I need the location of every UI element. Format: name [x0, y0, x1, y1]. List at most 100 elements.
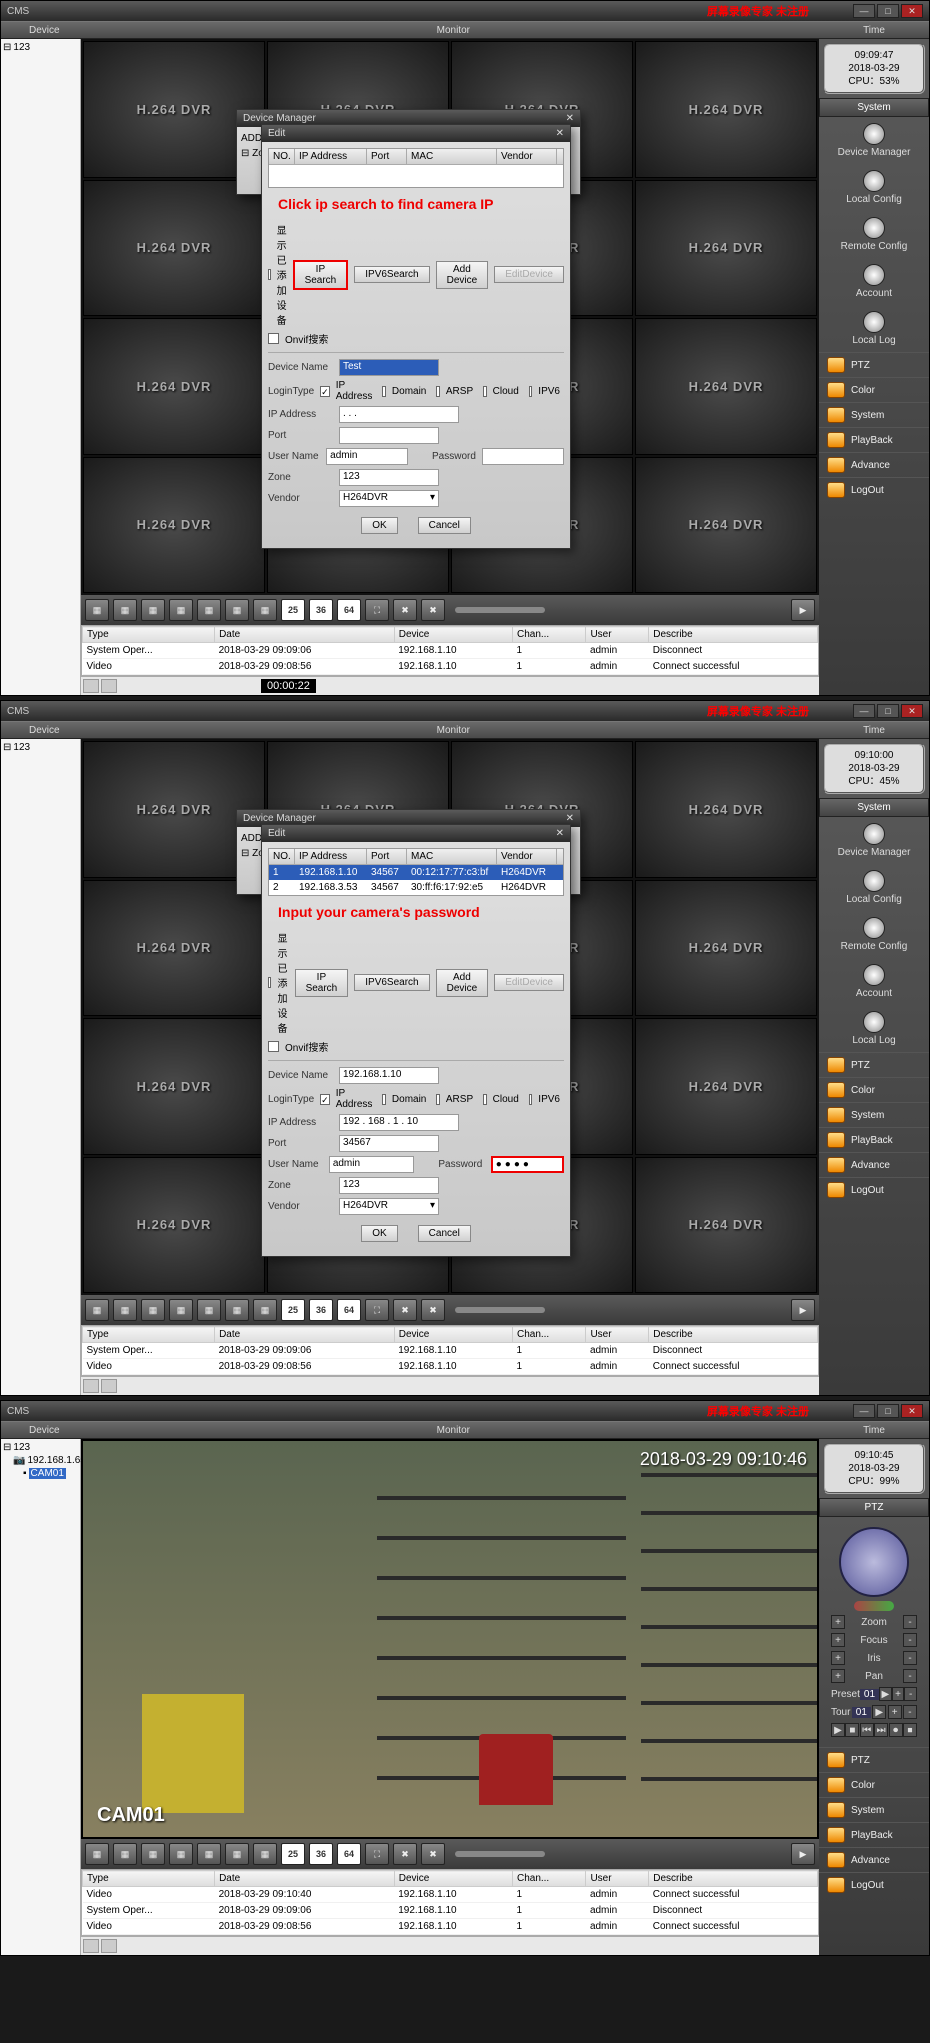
col-mac[interactable]: MAC [407, 849, 497, 864]
log-col[interactable]: User [586, 1871, 649, 1887]
grid-36-button[interactable]: 36 [309, 1299, 333, 1321]
statusbtn[interactable] [101, 1939, 117, 1953]
expand-button[interactable]: ▶ [791, 1843, 815, 1865]
volume-slider[interactable] [455, 1307, 545, 1313]
sidebtn-logout[interactable]: LogOut [819, 1177, 929, 1202]
log-col[interactable]: Device [394, 1871, 512, 1887]
minimize-button[interactable]: — [853, 1404, 875, 1418]
side-localcfg[interactable]: Local Config [819, 164, 929, 211]
ipv6search-button[interactable]: IPV6Search [354, 974, 429, 991]
ok-button[interactable]: OK [361, 1225, 397, 1242]
ptz-val[interactable]: 01 [860, 1689, 879, 1700]
log-col[interactable]: Type [83, 1871, 215, 1887]
media-btn[interactable]: ■ [845, 1723, 859, 1737]
log-col[interactable]: Chan... [512, 1327, 585, 1343]
side-account[interactable]: Account [819, 958, 929, 1005]
col-port[interactable]: Port [367, 849, 407, 864]
tree-item[interactable]: ⊟123 [3, 741, 78, 754]
ptz-del[interactable]: - [903, 1705, 917, 1719]
camera-tile[interactable]: H.264 DVR [635, 741, 817, 878]
show-added-checkbox[interactable] [268, 977, 271, 988]
ptz-plus[interactable]: + [831, 1633, 845, 1647]
log-col[interactable]: Type [83, 1327, 215, 1343]
grid-25-button[interactable]: 25 [281, 599, 305, 621]
col-ip[interactable]: IP Address [295, 849, 367, 864]
camera-tile[interactable]: H.264 DVR [635, 180, 817, 317]
radio-ip[interactable] [320, 1094, 330, 1105]
edit-titlebar[interactable]: Edit✕ [262, 125, 570, 142]
side-remotecfg[interactable]: Remote Config [819, 211, 929, 258]
tree-item[interactable]: ⊟123 [3, 41, 78, 54]
tool-button[interactable]: ✖ [393, 1843, 417, 1865]
camera-tile[interactable]: H.264 DVR [83, 180, 265, 317]
grid-layout-button[interactable]: ▦ [253, 599, 277, 621]
grid-layout-button[interactable]: ▦ [85, 1843, 109, 1865]
log-col[interactable]: Chan... [512, 627, 585, 643]
form-input[interactable]: admin [326, 448, 408, 465]
grid-layout-button[interactable]: ▦ [169, 1299, 193, 1321]
log-row[interactable]: Video2018-03-29 09:08:56192.168.1.101adm… [83, 1919, 818, 1935]
editdevice-button[interactable]: EditDevice [494, 974, 564, 991]
grid-layout-button[interactable]: ▦ [197, 1843, 221, 1865]
grid-64-button[interactable]: 64 [337, 599, 361, 621]
col-no[interactable]: NO. [269, 149, 295, 164]
col-port[interactable]: Port [367, 149, 407, 164]
expand-button[interactable]: ▶ [791, 1299, 815, 1321]
log-row[interactable]: System Oper...2018-03-29 09:09:06192.168… [83, 1903, 818, 1919]
log-col[interactable]: Date [215, 1871, 395, 1887]
col-vendor[interactable]: Vendor [497, 849, 557, 864]
fullscreen-button[interactable]: ⛶ [365, 599, 389, 621]
sidebtn-system[interactable]: System [819, 1797, 929, 1822]
form-input[interactable]: 192 . 168 . 1 . 10 [339, 1114, 459, 1131]
close-icon[interactable]: ✕ [556, 128, 564, 139]
radio-ipv6[interactable] [529, 386, 533, 397]
grid-64-button[interactable]: 64 [337, 1843, 361, 1865]
radio-arsp[interactable] [436, 1094, 440, 1105]
grid-layout-button[interactable]: ▦ [113, 599, 137, 621]
sidebtn-advance[interactable]: Advance [819, 1847, 929, 1872]
radio-cloud[interactable] [483, 1094, 487, 1105]
grid-layout-button[interactable]: ▦ [141, 1299, 165, 1321]
tool-button[interactable]: ✖ [421, 1843, 445, 1865]
ipsearch-button[interactable]: IP Search [293, 260, 349, 290]
log-col[interactable]: User [586, 1327, 649, 1343]
maximize-button[interactable]: □ [877, 4, 899, 18]
tool-button[interactable]: ✖ [421, 1299, 445, 1321]
expand-button[interactable]: ▶ [791, 599, 815, 621]
radio-cloud[interactable] [483, 386, 487, 397]
form-input[interactable]: 123 [339, 469, 439, 486]
maximize-button[interactable]: □ [877, 1404, 899, 1418]
camera-tile[interactable]: H.264 DVR [83, 457, 265, 594]
ptz-plus[interactable]: + [831, 1669, 845, 1683]
adddevice-button[interactable]: Add Device [436, 261, 489, 289]
ptz-add[interactable]: + [892, 1687, 905, 1701]
form-input[interactable]: admin [329, 1156, 415, 1173]
camera-tile[interactable]: H.264 DVR [83, 880, 265, 1017]
close-button[interactable]: ✕ [901, 1404, 923, 1418]
media-btn[interactable]: ⏹ [903, 1723, 917, 1737]
log-col[interactable]: Date [215, 1327, 395, 1343]
log-col[interactable]: Describe [649, 627, 818, 643]
ptz-minus[interactable]: - [903, 1633, 917, 1647]
form-input[interactable]: Test [339, 359, 439, 376]
side-locallog[interactable]: Local Log [819, 305, 929, 352]
side-devmgr[interactable]: Device Manager [819, 117, 929, 164]
media-btn[interactable]: ⏭ [874, 1723, 888, 1737]
grid-layout-button[interactable]: ▦ [253, 1299, 277, 1321]
grid-36-button[interactable]: 36 [309, 1843, 333, 1865]
camera-tile[interactable]: H.264 DVR [635, 880, 817, 1017]
side-localcfg[interactable]: Local Config [819, 864, 929, 911]
grid-25-button[interactable]: 25 [281, 1299, 305, 1321]
dropdown-icon[interactable]: ▾ [430, 492, 435, 503]
col-mac[interactable]: MAC [407, 149, 497, 164]
sidebtn-playback[interactable]: PlayBack [819, 1822, 929, 1847]
ptz-add[interactable]: + [888, 1705, 902, 1719]
camera-tile[interactable]: H.264 DVR [635, 41, 817, 178]
edit-titlebar[interactable]: Edit✕ [262, 825, 570, 842]
password-input[interactable]: ●●●● [491, 1156, 564, 1173]
ptz-speed-slider[interactable] [854, 1601, 894, 1611]
log-col[interactable]: Device [394, 627, 512, 643]
grid-layout-button[interactable]: ▦ [197, 599, 221, 621]
sidebtn-system[interactable]: System [819, 402, 929, 427]
password-input[interactable] [482, 448, 564, 465]
